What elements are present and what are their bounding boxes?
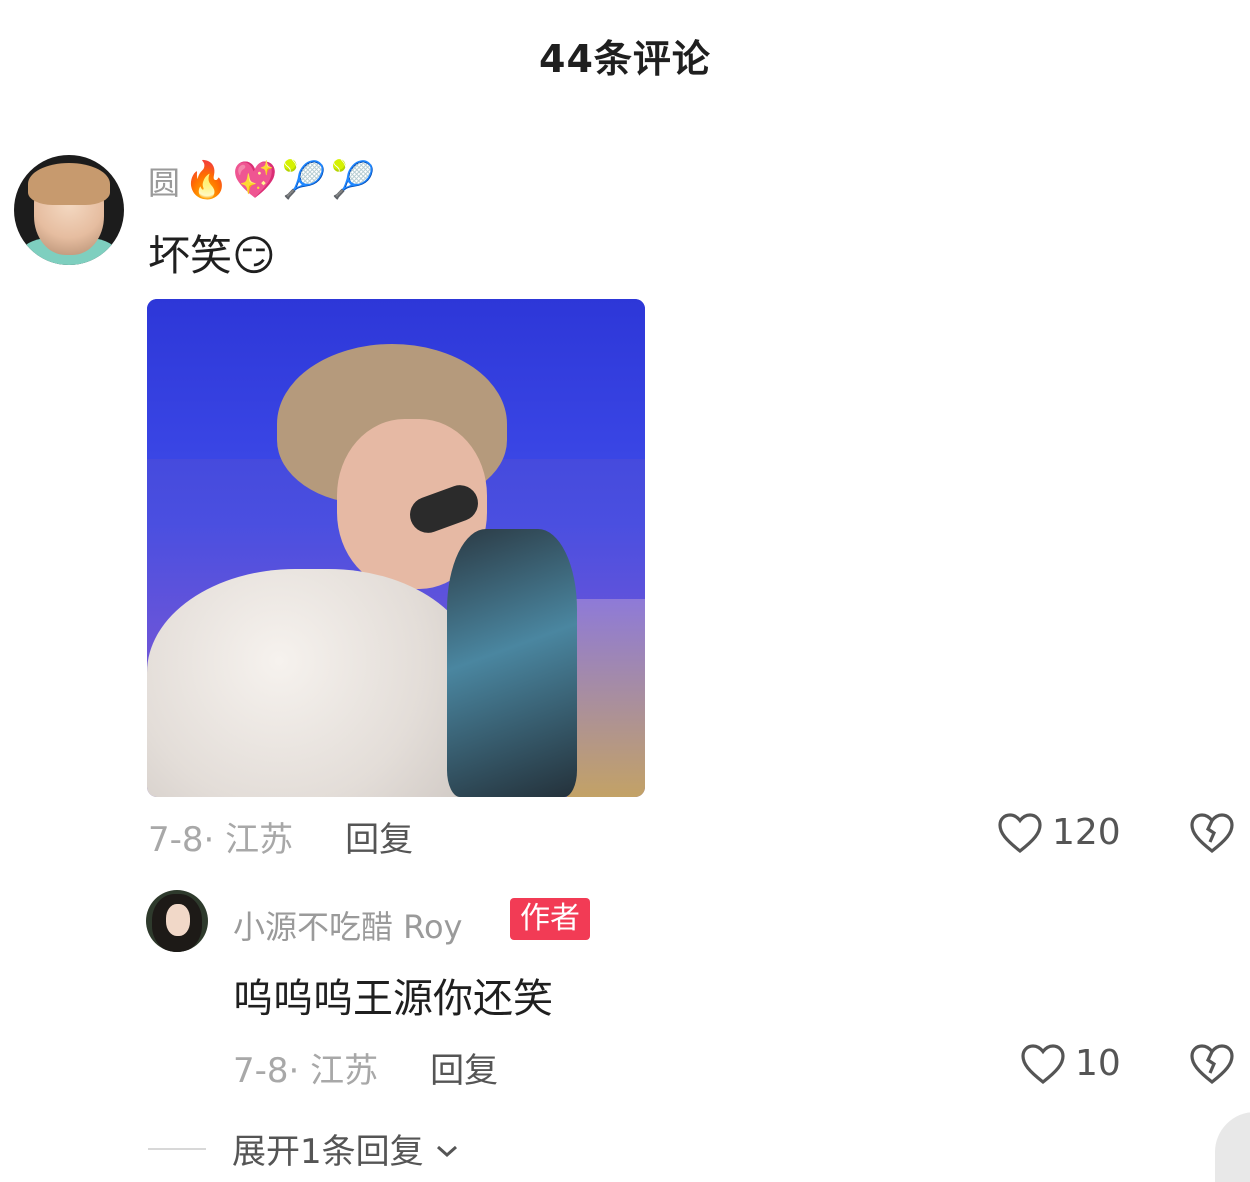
avatar-face (166, 904, 190, 936)
comment-username[interactable]: 圆 🔥 💖 🎾 🎾 (148, 158, 375, 204)
dislike-icon[interactable] (1188, 810, 1236, 854)
avatar-hair (28, 163, 110, 205)
reply-meta: 7-8· 江苏 回复 (233, 1043, 498, 1092)
image-scarf (447, 529, 577, 797)
comment-image[interactable] (147, 299, 645, 797)
reply-button[interactable]: 回复 (345, 812, 413, 861)
dislike-icon[interactable] (1188, 1041, 1236, 1085)
chevron-down-icon (434, 1129, 460, 1169)
avatar[interactable] (14, 155, 124, 265)
reply-username[interactable]: 小源不吃醋 Roy (233, 902, 463, 948)
username-text: 圆 (148, 164, 181, 202)
expand-replies-button[interactable]: 展开1条回复 (148, 1124, 460, 1173)
tennis-ball-icon: 🎾 (281, 160, 327, 201)
fire-icon: 🔥 (184, 160, 229, 201)
image-fur-jacket (147, 569, 477, 797)
heart-icon (996, 810, 1044, 854)
like-count: 120 (1052, 811, 1121, 853)
page-title: 44条评论 (539, 37, 711, 81)
reply-avatar[interactable] (146, 890, 208, 952)
comment-text: 坏笑😏 (148, 231, 276, 280)
date-location: 7-8· 江苏 (233, 1051, 379, 1091)
date-location: 7-8· 江苏 (148, 820, 294, 860)
like-button[interactable]: 10 (1019, 1041, 1121, 1085)
image-stage-light (567, 599, 645, 797)
floating-button[interactable] (1215, 1112, 1250, 1182)
comment-meta: 7-8· 江苏 回复 (148, 812, 413, 861)
expand-label: 展开1条回复 (232, 1132, 424, 1172)
author-badge: 作者 (510, 898, 590, 940)
reply-text: 呜呜呜王源你还笑 (233, 976, 553, 1022)
tennis-ball-icon: 🎾 (330, 160, 376, 201)
like-button[interactable]: 120 (996, 810, 1121, 854)
heart-icon (1019, 1041, 1067, 1085)
heart-sparkle-icon: 💖 (232, 160, 278, 201)
divider (148, 1147, 206, 1150)
reply-button[interactable]: 回复 (430, 1043, 498, 1092)
like-count: 10 (1075, 1042, 1121, 1084)
